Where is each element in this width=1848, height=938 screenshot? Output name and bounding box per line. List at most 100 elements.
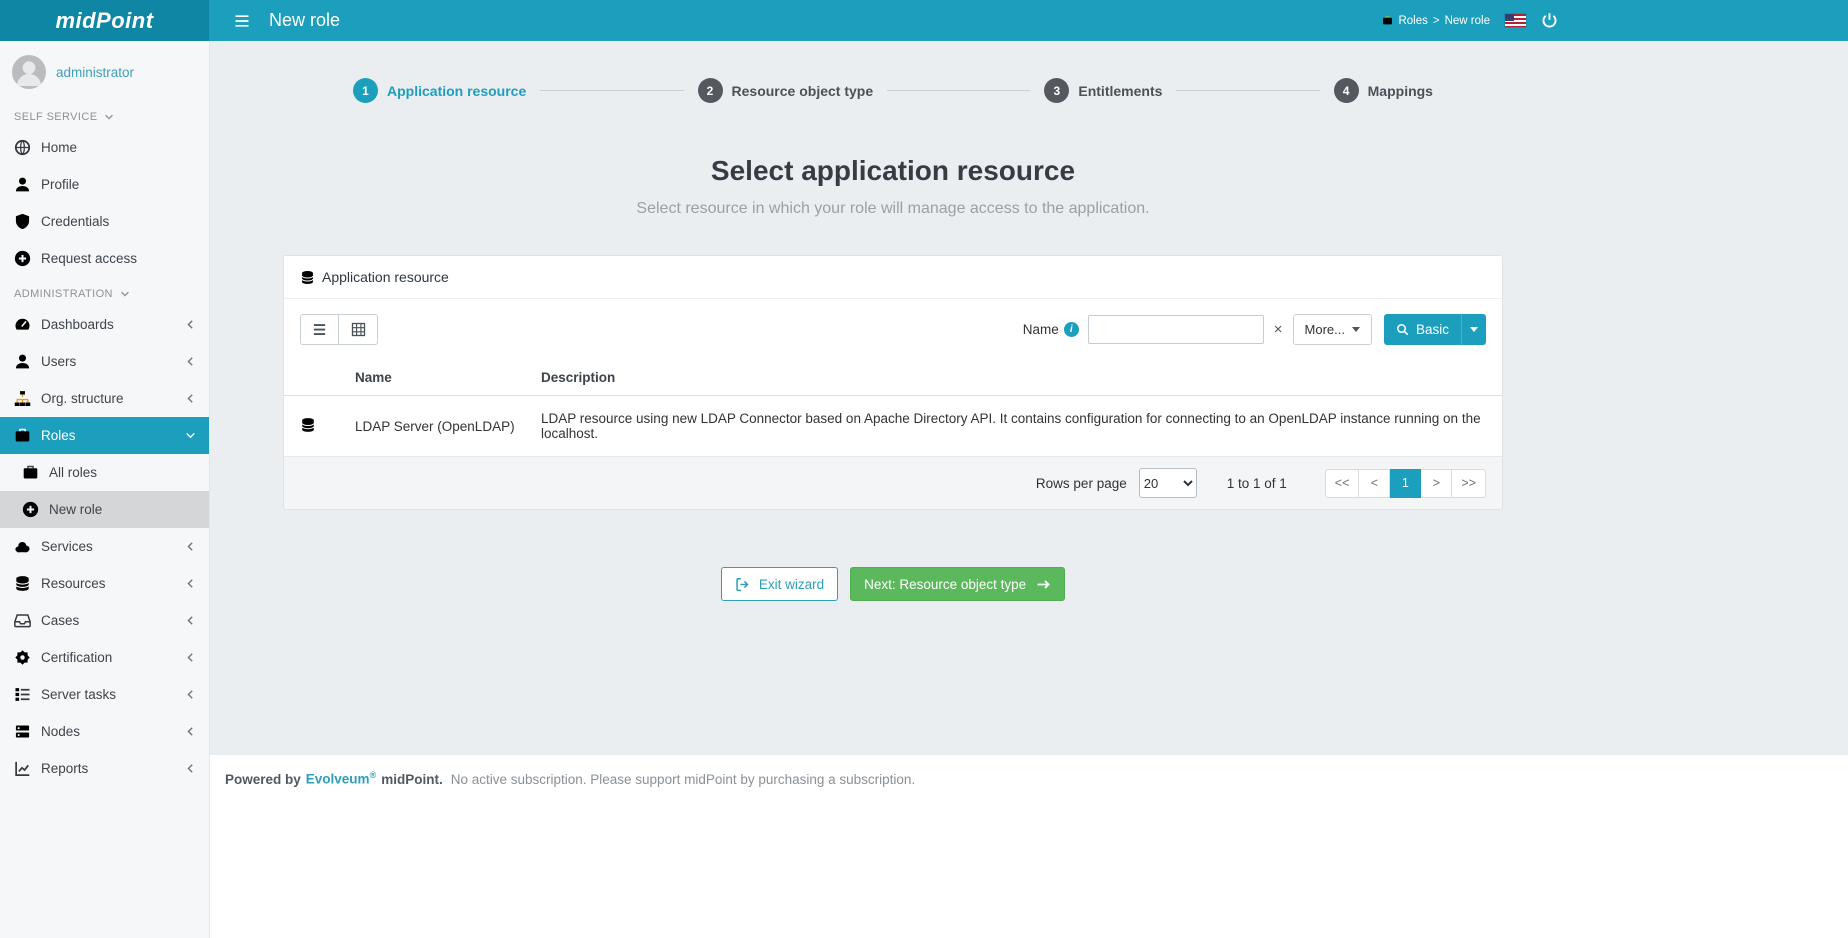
sidebar-item-reports[interactable]: Reports xyxy=(0,750,209,787)
breadcrumb-roles-link[interactable]: Roles xyxy=(1398,15,1427,27)
chevron-left-icon xyxy=(185,356,196,367)
page-button[interactable]: 1 xyxy=(1390,469,1421,498)
exit-wizard-button[interactable]: Exit wizard xyxy=(721,567,838,601)
step-number: 1 xyxy=(353,78,378,103)
next-step-button[interactable]: Next: Resource object type xyxy=(850,567,1065,601)
sidebar-item-server-tasks[interactable]: Server tasks xyxy=(0,676,209,713)
sidebar-item-users[interactable]: Users xyxy=(0,343,209,380)
basic-search-button[interactable]: Basic xyxy=(1384,314,1461,345)
chevron-left-icon xyxy=(185,578,196,589)
sidebar-menu: SELF SERVICEHomeProfileCredentialsReques… xyxy=(0,100,209,787)
breadcrumb-current[interactable]: New role xyxy=(1445,15,1490,27)
wizard-steps: 1 Application resource 2Resource object ty… xyxy=(283,41,1503,103)
org-structure-icon xyxy=(14,390,31,407)
sidebar: administrator SELF SERVICEHomeProfileCre… xyxy=(0,41,210,938)
user-icon xyxy=(14,176,31,193)
roles-icon xyxy=(14,427,31,444)
plus-circle-icon xyxy=(14,250,31,267)
role-icon xyxy=(1382,15,1393,26)
sidebar-item-label: Cases xyxy=(41,613,175,628)
prev-page-button[interactable]: < xyxy=(1359,469,1390,498)
table-row[interactable]: LDAP Server (OpenLDAP)LDAP resource usin… xyxy=(284,396,1502,457)
evolveum-link[interactable]: Evolveum® xyxy=(306,770,376,787)
sidebar-item-cases[interactable]: Cases xyxy=(0,602,209,639)
nodes-icon xyxy=(14,723,31,740)
sidebar-item-org-structure[interactable]: Org. structure xyxy=(0,380,209,417)
sidebar-item-label: New role xyxy=(49,502,196,517)
sidebar-item-label: Users xyxy=(41,354,175,369)
resource-table-body: LDAP Server (OpenLDAP)LDAP resource usin… xyxy=(284,396,1502,457)
next-page-button[interactable]: > xyxy=(1421,469,1452,498)
sidebar-item-request-access[interactable]: Request access xyxy=(0,240,209,277)
last-page-button[interactable]: >> xyxy=(1452,469,1486,498)
hamburger-icon[interactable] xyxy=(233,13,251,29)
column-header-name[interactable]: Name xyxy=(347,360,533,396)
sidebar-item-all-roles[interactable]: All roles xyxy=(0,454,209,491)
step-label: Entitlements xyxy=(1078,83,1162,99)
chevron-down-icon xyxy=(185,430,196,441)
user-name-link[interactable]: administrator xyxy=(56,65,134,80)
topbar-right: Roles > New role xyxy=(1382,12,1848,29)
page-subtitle: Select resource in which your role will … xyxy=(283,200,1503,218)
chevron-left-icon xyxy=(185,763,196,774)
power-icon[interactable] xyxy=(1541,12,1558,29)
search-split-button: Basic xyxy=(1384,314,1486,345)
home-icon xyxy=(14,139,31,156)
sidebar-item-credentials[interactable]: Credentials xyxy=(0,203,209,240)
list-view-button[interactable] xyxy=(300,314,339,345)
powered-by-label: Powered by xyxy=(225,772,301,787)
sidebar-item-services[interactable]: Services xyxy=(0,528,209,565)
sidebar-item-label: Org. structure xyxy=(41,391,175,406)
chevron-left-icon xyxy=(185,726,196,737)
chevron-left-icon xyxy=(185,541,196,552)
column-header-description[interactable]: Description xyxy=(533,360,1502,396)
resource-name[interactable]: LDAP Server (OpenLDAP) xyxy=(347,396,533,457)
panel-header: Application resource xyxy=(284,256,1502,299)
sidebar-item-label: Reports xyxy=(41,761,175,776)
table-view-button[interactable] xyxy=(339,314,378,345)
avatar[interactable] xyxy=(12,55,46,89)
rows-per-page-select[interactable]: 20 xyxy=(1139,468,1197,498)
sidebar-item-resources[interactable]: Resources xyxy=(0,565,209,602)
content-area: 1 Application resource 2Resource object ty… xyxy=(209,41,1848,755)
more-filters-button[interactable]: More... xyxy=(1293,314,1372,345)
resources-icon xyxy=(14,575,31,592)
sidebar-item-dashboards[interactable]: Dashboards xyxy=(0,306,209,343)
page-heading: Select application resource xyxy=(283,155,1503,187)
sidebar-section-administration[interactable]: ADMINISTRATION xyxy=(0,277,209,306)
flag-canton xyxy=(1505,14,1514,21)
sidebar-item-label: Dashboards xyxy=(41,317,175,332)
sidebar-item-label: All roles xyxy=(49,465,196,480)
sidebar-item-home[interactable]: Home xyxy=(0,129,209,166)
app-logo[interactable]: midPoint xyxy=(0,0,209,41)
us-flag-icon[interactable] xyxy=(1505,14,1526,27)
chevron-left-icon xyxy=(185,689,196,700)
sidebar-item-roles[interactable]: Roles xyxy=(0,417,209,454)
wizard-step-2[interactable]: 2Resource object type xyxy=(698,78,874,103)
step-label: Application resource xyxy=(387,83,526,99)
chevron-left-icon xyxy=(185,393,196,404)
resource-description: LDAP resource using new LDAP Connector b… xyxy=(533,396,1502,457)
database-icon xyxy=(300,270,315,285)
info-icon[interactable]: i xyxy=(1064,322,1079,337)
sidebar-item-label: Certification xyxy=(41,650,175,665)
topbar: midPoint New role Roles > New role xyxy=(0,0,1848,41)
wizard-step-4[interactable]: 4Mappings xyxy=(1334,78,1433,103)
sidebar-item-new-role[interactable]: New role xyxy=(0,491,209,528)
users-icon xyxy=(14,353,31,370)
server-tasks-icon xyxy=(14,686,31,703)
search-mode-dropdown[interactable] xyxy=(1461,314,1486,345)
name-filter-input[interactable] xyxy=(1088,315,1264,344)
cases-icon xyxy=(14,612,31,629)
wizard-step-3[interactable]: 3Entitlements xyxy=(1044,78,1162,103)
pagination: <<<1>>> xyxy=(1325,469,1486,498)
first-page-button[interactable]: << xyxy=(1325,469,1360,498)
clear-filter-icon[interactable]: × xyxy=(1274,322,1283,337)
wizard-step-1[interactable]: 1 Application resource xyxy=(353,78,526,103)
sidebar-item-nodes[interactable]: Nodes xyxy=(0,713,209,750)
sidebar-item-certification[interactable]: Certification xyxy=(0,639,209,676)
sidebar-item-profile[interactable]: Profile xyxy=(0,166,209,203)
chevron-left-icon xyxy=(185,652,196,663)
sidebar-section-self-service[interactable]: SELF SERVICE xyxy=(0,100,209,129)
certification-icon xyxy=(14,649,31,666)
